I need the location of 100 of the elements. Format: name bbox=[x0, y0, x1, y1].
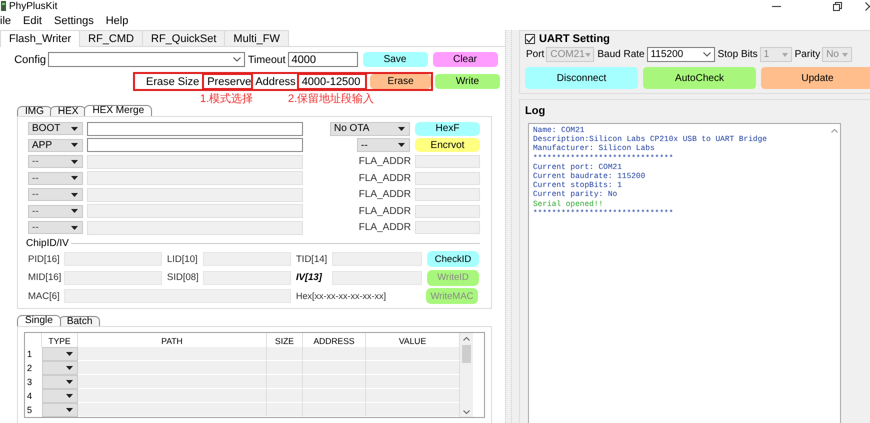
type-dropdown[interactable]: -- bbox=[28, 172, 83, 184]
action-button[interactable]: Disconnect bbox=[525, 67, 638, 89]
menu-item[interactable]: Edit bbox=[17, 15, 48, 27]
erase-button[interactable]: Erase bbox=[370, 74, 431, 89]
id-field[interactable] bbox=[332, 270, 422, 284]
option-dropdown[interactable]: No OTA bbox=[330, 122, 410, 136]
tab[interactable]: Batch bbox=[58, 316, 100, 326]
type-dropdown[interactable] bbox=[42, 389, 78, 403]
action-button[interactable]: Encrvot bbox=[415, 138, 480, 152]
caret-down-icon bbox=[71, 209, 78, 213]
app-icon bbox=[1, 1, 6, 11]
check-icon bbox=[526, 36, 534, 42]
table-cell[interactable] bbox=[366, 375, 460, 389]
tab[interactable]: HEX Merge bbox=[84, 105, 152, 116]
tab[interactable]: RF_QuickSet bbox=[142, 30, 226, 46]
table-cell[interactable] bbox=[267, 389, 303, 403]
table-cell[interactable] bbox=[78, 403, 267, 417]
timeout-field[interactable]: 4000 bbox=[288, 52, 358, 67]
field-label: IV[13] bbox=[296, 272, 324, 283]
panel-splitter[interactable] bbox=[505, 30, 512, 423]
minimize-icon[interactable] bbox=[772, 4, 781, 8]
tab[interactable]: RF_CMD bbox=[79, 30, 143, 46]
type-dropdown[interactable]: -- bbox=[28, 204, 83, 218]
table-cell[interactable] bbox=[303, 375, 366, 389]
action-button[interactable]: Clear bbox=[432, 52, 498, 67]
table-cell[interactable] bbox=[366, 403, 460, 417]
write-button[interactable]: Write bbox=[435, 74, 500, 89]
scrollbar[interactable] bbox=[460, 333, 473, 417]
table-cell[interactable] bbox=[303, 361, 366, 375]
chevron-up-icon bbox=[830, 129, 838, 133]
config-dropdown[interactable] bbox=[48, 52, 245, 67]
erase-size-label: Erase Size bbox=[146, 76, 200, 88]
type-dropdown[interactable] bbox=[42, 375, 78, 389]
menu-item[interactable]: Help bbox=[100, 15, 134, 27]
table-cell[interactable] bbox=[267, 361, 303, 375]
scrollbar-thumb[interactable] bbox=[462, 345, 471, 363]
caret-down-icon bbox=[71, 160, 78, 164]
type-dropdown[interactable] bbox=[42, 361, 78, 375]
action-button[interactable]: Save bbox=[362, 52, 428, 67]
id-field[interactable] bbox=[64, 252, 162, 266]
field-label: MID[16] bbox=[28, 272, 62, 283]
type-dropdown[interactable]: -- bbox=[28, 155, 83, 168]
table-cell[interactable] bbox=[366, 347, 460, 361]
erase-size-dropdown[interactable]: Preserve bbox=[202, 73, 254, 90]
flash-address-field[interactable] bbox=[415, 204, 480, 218]
table-cell[interactable] bbox=[267, 347, 303, 361]
table-cell[interactable] bbox=[78, 389, 267, 403]
action-button[interactable]: Update bbox=[761, 67, 870, 89]
option-dropdown[interactable]: -- bbox=[357, 138, 410, 152]
timeout-label: Timeout bbox=[248, 54, 286, 66]
type-dropdown[interactable]: -- bbox=[28, 188, 83, 201]
table-cell[interactable] bbox=[78, 361, 267, 375]
id-field[interactable] bbox=[203, 252, 291, 266]
menu-item[interactable]: Settings bbox=[48, 15, 100, 27]
type-dropdown[interactable]: BOOT bbox=[28, 122, 83, 135]
table-cell[interactable] bbox=[303, 403, 366, 417]
type-dropdown[interactable]: -- bbox=[28, 221, 83, 234]
tab[interactable]: Multi_FW bbox=[224, 30, 289, 46]
restore-icon[interactable] bbox=[833, 2, 842, 10]
tab[interactable]: Single bbox=[17, 315, 61, 326]
flash-address-field[interactable] bbox=[415, 188, 480, 201]
mac-field[interactable] bbox=[64, 289, 291, 303]
hint-text: Hex[xx-xx-xx-xx-xx-xx] bbox=[296, 291, 387, 301]
close-icon[interactable] bbox=[865, 2, 870, 10]
file-path-field[interactable] bbox=[87, 122, 303, 136]
tab[interactable]: Flash_Writer bbox=[0, 30, 80, 47]
action-button[interactable]: AutoCheck bbox=[643, 67, 756, 89]
tab[interactable]: IMG bbox=[17, 106, 52, 116]
type-dropdown[interactable] bbox=[42, 403, 78, 417]
field-label: Parity bbox=[794, 49, 820, 60]
table-cell[interactable] bbox=[366, 361, 460, 375]
menu-item[interactable]: ile bbox=[0, 15, 18, 27]
file-path-field[interactable] bbox=[87, 138, 303, 152]
action-button[interactable]: HexF bbox=[415, 122, 480, 136]
table-cell[interactable] bbox=[267, 375, 303, 389]
caret-down-icon bbox=[66, 380, 73, 384]
field-label: Port bbox=[526, 49, 544, 60]
tab[interactable]: HEX bbox=[50, 106, 86, 116]
table-cell[interactable] bbox=[303, 347, 366, 361]
address-field[interactable]: 4000-12500 bbox=[296, 73, 366, 90]
flash-address-field[interactable] bbox=[415, 172, 480, 184]
flash-address-field[interactable] bbox=[415, 221, 480, 234]
table-cell[interactable] bbox=[78, 347, 267, 361]
id-field[interactable] bbox=[203, 270, 291, 284]
flash-address-label: FLA_ADDR bbox=[358, 206, 411, 216]
table-cell[interactable] bbox=[78, 375, 267, 389]
table-cell[interactable] bbox=[366, 389, 460, 403]
flash-address-field[interactable] bbox=[415, 155, 480, 168]
id-field[interactable] bbox=[332, 252, 422, 266]
table-cell[interactable] bbox=[267, 403, 303, 417]
caret-down-icon bbox=[782, 52, 788, 56]
address-label: Address bbox=[255, 76, 296, 88]
type-dropdown[interactable]: APP bbox=[28, 138, 83, 152]
type-dropdown[interactable] bbox=[42, 347, 78, 361]
id-field[interactable] bbox=[64, 270, 162, 284]
table-cell[interactable] bbox=[303, 389, 366, 403]
flash-address-label: FLA_ADDR bbox=[358, 222, 411, 233]
checkbox[interactable] bbox=[525, 34, 535, 44]
serial-dropdown[interactable]: 115200 bbox=[646, 47, 715, 62]
action-button[interactable]: CheckID bbox=[427, 251, 479, 267]
